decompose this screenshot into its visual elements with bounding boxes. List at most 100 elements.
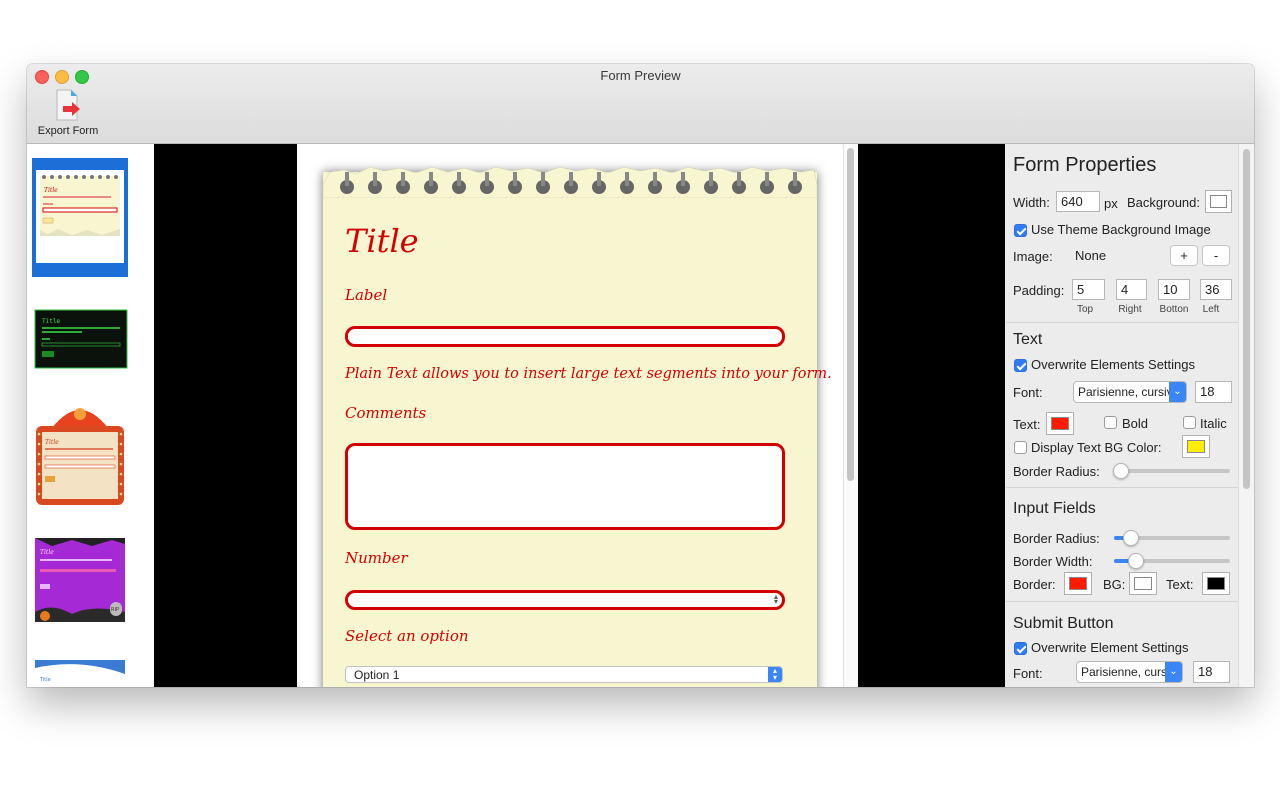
padding-top-field[interactable]: 5: [1072, 279, 1105, 300]
input-fields-heading: Input Fields: [1013, 500, 1096, 517]
terminal-theme-preview: Title: [34, 309, 128, 369]
properties-scrollbar[interactable]: [1238, 144, 1254, 687]
padding-right-field[interactable]: 4: [1116, 279, 1147, 300]
display-text-bg-checkbox[interactable]: [1014, 441, 1027, 454]
image-value: None: [1075, 248, 1107, 263]
use-theme-bg-checkbox[interactable]: [1014, 224, 1027, 237]
input-bg-color-well[interactable]: [1129, 572, 1157, 595]
padding-bottom-field[interactable]: 10: [1158, 279, 1190, 300]
theme-thumbnail-terminal[interactable]: Title: [32, 286, 128, 381]
input-text-color-label: Text:: [1166, 577, 1194, 592]
preview-scroll-thumb[interactable]: [847, 148, 854, 481]
submit-font-size-field[interactable]: 18: [1193, 661, 1230, 683]
text-section-heading: Text: [1013, 331, 1043, 348]
input-bg-color-label: BG:: [1103, 577, 1126, 592]
form-plain-text: Plain Text allows you to insert large te…: [345, 366, 832, 382]
background-color-well[interactable]: [1205, 190, 1232, 213]
text-font-value: Parisienne, cursive: [1078, 385, 1180, 399]
form-properties-heading: Form Properties: [1013, 154, 1157, 176]
torn-paper-top: [322, 166, 818, 198]
form-text-input[interactable]: [345, 326, 785, 347]
input-border-width-label: Border Width:: [1013, 554, 1093, 569]
form-label: Label: [345, 286, 388, 304]
properties-panel: Form Properties Width: 640 px Background…: [1006, 144, 1238, 687]
theme-sidebar: Title Title Title RIP Title Title: [27, 144, 154, 687]
overwrite-elements-label: Overwrite Elements Settings: [1031, 357, 1196, 372]
text-border-radius-label: Border Radius:: [1013, 464, 1100, 479]
preview-scrollbar[interactable]: [843, 144, 858, 687]
bold-label: Bold: [1122, 416, 1149, 431]
circus-theme-preview: Title: [36, 408, 124, 505]
text-font-size-field[interactable]: 18: [1195, 381, 1232, 403]
thumbnail-title: Title: [40, 549, 54, 556]
titlebar: Form Preview Export Form: [27, 64, 1254, 144]
notebook-theme-preview: Title: [36, 170, 124, 263]
input-border-color-label: Border:: [1013, 577, 1056, 592]
overwrite-elements-checkbox[interactable]: [1014, 359, 1027, 372]
input-text-color-well[interactable]: [1202, 572, 1230, 595]
app-window: Form Preview Export Form Title Title Tit…: [27, 64, 1254, 687]
thumbnail-title: Title: [44, 187, 58, 194]
theme-thumbnail-blue[interactable]: Title: [32, 654, 128, 687]
thumbnail-title: Title: [45, 439, 59, 446]
form-select-dropdown[interactable]: Option 1 ▴ ▾: [345, 666, 783, 683]
export-form-label: Export Form: [37, 125, 99, 137]
italic-checkbox[interactable]: [1183, 416, 1196, 429]
background-label: Background:: [1127, 195, 1200, 210]
padding-left-caption: Left: [1202, 304, 1220, 315]
padding-left-field[interactable]: 36: [1200, 279, 1232, 300]
window-title: Form Preview: [600, 68, 681, 83]
input-border-color-well[interactable]: [1064, 572, 1092, 595]
display-text-bg-label: Display Text BG Color:: [1031, 440, 1162, 455]
thumbnail-title: Title: [42, 318, 60, 325]
input-border-radius-knob[interactable]: [1123, 530, 1139, 546]
italic-label: Italic: [1200, 416, 1227, 431]
section-divider: [1006, 601, 1238, 602]
text-bg-color-swatch: [1187, 440, 1205, 453]
image-label: Image:: [1013, 249, 1053, 264]
input-border-color-swatch: [1069, 577, 1087, 590]
section-divider: [1006, 322, 1238, 323]
input-text-color-swatch: [1207, 577, 1225, 590]
form-number-input[interactable]: ▴ ▾: [345, 590, 785, 610]
overwrite-element-checkbox[interactable]: [1014, 642, 1027, 655]
submit-font-label: Font:: [1013, 666, 1043, 681]
submit-font-dropdown[interactable]: Parisienne, cursive ⌄: [1076, 661, 1183, 683]
theme-thumbnail-circus[interactable]: Title: [32, 394, 128, 519]
halloween-theme-preview: RIP Title: [35, 538, 125, 622]
section-divider: [1006, 487, 1238, 488]
export-form-button[interactable]: Export Form: [33, 88, 103, 138]
preview-canvas: Title Label Plain Text allows you to ins…: [154, 144, 1005, 687]
input-border-width-knob[interactable]: [1128, 553, 1144, 569]
input-border-radius-label: Border Radius:: [1013, 531, 1100, 546]
padding-bottom-caption: Botton: [1159, 304, 1189, 315]
theme-thumbnail-halloween[interactable]: RIP Title: [32, 532, 128, 642]
text-color-well[interactable]: [1046, 412, 1074, 435]
text-color-label: Text:: [1013, 417, 1041, 432]
padding-right-caption: Right: [1118, 304, 1142, 315]
text-font-dropdown[interactable]: Parisienne, cursive ⌄: [1073, 381, 1187, 403]
padding-label: Padding:: [1013, 283, 1065, 298]
number-stepper[interactable]: ▴ ▾: [774, 593, 778, 606]
width-label: Width:: [1013, 195, 1050, 210]
width-unit: px: [1104, 196, 1118, 211]
select-arrows-icon: ▴ ▾: [768, 667, 782, 682]
background-color-swatch: [1210, 195, 1227, 208]
chevron-down-icon: ⌄: [1165, 662, 1182, 682]
theme-thumbnail-notebook[interactable]: Title: [32, 158, 128, 277]
text-bg-color-well[interactable]: [1182, 435, 1210, 458]
bold-checkbox[interactable]: [1104, 416, 1117, 429]
text-border-radius-knob[interactable]: [1113, 463, 1129, 479]
remove-image-button[interactable]: -: [1202, 245, 1230, 266]
add-image-button[interactable]: +: [1170, 245, 1198, 266]
text-border-radius-slider[interactable]: [1114, 469, 1230, 473]
form-comments-label: Comments: [345, 404, 427, 422]
thumbnail-title: Title: [39, 677, 51, 683]
blue-theme-preview: Title: [35, 660, 125, 687]
properties-scroll-thumb[interactable]: [1243, 149, 1250, 489]
form-title: Title: [345, 222, 419, 260]
export-icon: [56, 89, 80, 121]
form-comments-textarea[interactable]: [345, 443, 785, 530]
width-field[interactable]: 640: [1056, 191, 1100, 212]
form-select-value: Option 1: [354, 668, 400, 682]
